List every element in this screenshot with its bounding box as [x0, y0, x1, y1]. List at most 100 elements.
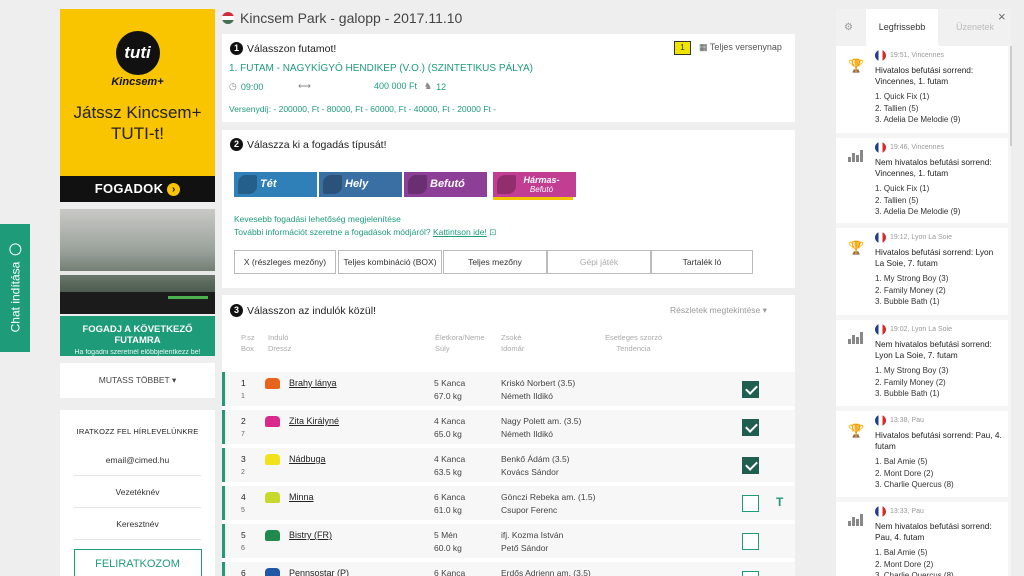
- feed-item[interactable]: 13:33, Pau Nem hivatalos befutási sorrend…: [836, 502, 1008, 576]
- option-reserve[interactable]: Tartalék ló: [651, 250, 753, 274]
- feed-title: Nem hivatalos befutási sorrend: Lyon La …: [875, 339, 992, 360]
- trainer-name: Németh Ildikó: [501, 429, 553, 439]
- runner-checkbox[interactable]: [742, 495, 759, 512]
- gear-icon[interactable]: ⚙: [844, 22, 853, 33]
- result-line: 3. Adelia De Melodie (9): [875, 115, 961, 124]
- runner-row[interactable]: 1 1 Brahy lánya 5 Kanca 67.0 kg Kriskó Norber…: [222, 372, 795, 406]
- runner-age: 5 Kanca 67.0 kg: [434, 377, 465, 403]
- lastname-field[interactable]: Vezetéknév: [74, 476, 201, 508]
- jockey-name: Benkő Ádám (3.5): [501, 454, 570, 464]
- runner-jockey: ifj. Kozma István Pető Sándor: [501, 529, 563, 555]
- runner-row[interactable]: 2 7 Zita Királyné 4 Kanca 65.0 kg Nagy Polett…: [222, 410, 795, 444]
- live-video-player[interactable]: [60, 209, 215, 314]
- runner-age-value: 6 Kanca: [434, 492, 466, 502]
- runner-weight: 63.5 kg: [434, 467, 462, 477]
- feed-results: 1. Bal Amie (5) 2. Mont Dore (2) 3. Charli…: [875, 456, 1004, 491]
- bet-type-tet[interactable]: Tét: [234, 172, 317, 197]
- horse-name-link[interactable]: Nádbuga: [289, 454, 326, 464]
- france-flag-icon: [875, 50, 886, 61]
- silk-icon: [265, 492, 280, 503]
- subscribe-button[interactable]: FELIRATKOZOM: [73, 549, 202, 576]
- option-partial-field[interactable]: X (részleges mezőny): [234, 250, 336, 274]
- col-jockey-label: Zsoké: [501, 333, 522, 342]
- close-icon[interactable]: ×: [998, 9, 1006, 24]
- tuti-ad-banner[interactable]: tuti Kincsem+ Játssz Kincsem+ TUTI-t! FOG…: [60, 9, 215, 202]
- feed-item[interactable]: 19:02, Lyon La Soie Nem hivatalos befutás…: [836, 320, 1008, 406]
- runner-row[interactable]: 3 2 Nádbuga 4 Kanca 63.5 kg Benkő Ádám (3.5) K…: [222, 448, 795, 482]
- caret-down-icon: ▾: [171, 375, 177, 385]
- click-here-link[interactable]: Kattintson ide!: [433, 227, 487, 237]
- race-prize: 400 000 Ft: [374, 81, 418, 91]
- runner-row[interactable]: 4 5 Minna 6 Kanca 61.0 kg Gönczi Rebeka am. (…: [222, 486, 795, 520]
- feed-item[interactable]: 19:46, Vincennes Nem hivatalos befutási s…: [836, 138, 1008, 223]
- step-number: 2: [230, 138, 243, 151]
- runner-checkbox[interactable]: [742, 457, 759, 474]
- runners-count: ♞ 12: [424, 81, 446, 92]
- col-psz: P.sz Box: [241, 332, 255, 354]
- result-line: 1. My Strong Boy (3): [875, 366, 949, 375]
- horse-name-link[interactable]: Brahy lánya: [289, 378, 337, 388]
- runner-checkbox[interactable]: [742, 381, 759, 398]
- runner-age: 6 Kanca: [434, 567, 465, 576]
- hungary-flag-icon: [222, 12, 234, 24]
- bet-type-harmas-befuto[interactable]: Hármas- Befutó: [493, 172, 576, 197]
- horse-name-link[interactable]: Minna: [289, 492, 314, 502]
- show-more-button[interactable]: MUTASS TÖBBET ▾: [60, 363, 215, 398]
- step-title: Válaszza ki a fogadás típusát!: [247, 138, 387, 151]
- horse-name-link[interactable]: Zita Királyné: [289, 416, 339, 426]
- runner-box: 5: [241, 507, 245, 514]
- feed-time: 13:38, Pau: [890, 417, 924, 424]
- bar-chart-icon: [848, 514, 865, 526]
- result-line: 3. Adelia De Melodie (9): [875, 207, 961, 216]
- race-name-link[interactable]: 1. FUTAM - NAGYKÍGYÓ HENDIKEP (V.O.) (SZ…: [229, 63, 533, 74]
- feed-item[interactable]: 🏆 19:51, Vincennes Hivatalos befutási sorr…: [836, 46, 1008, 133]
- step-number: 3: [230, 304, 243, 317]
- result-line: 2. Family Money (2): [875, 285, 946, 295]
- bet-type-befuto[interactable]: Befutó: [404, 172, 487, 197]
- bet-next-title: FOGADJ A KÖVETKEZŐ FUTAMRA: [82, 324, 193, 346]
- runner-age: 6 Kanca 61.0 kg: [434, 491, 465, 517]
- horse-name-link[interactable]: Pennsostar (P): [289, 568, 349, 576]
- runner-row[interactable]: 6 Pennsostar (P) 6 Kanca Erdős Adrienn am. …: [222, 562, 795, 576]
- france-flag-icon: [875, 415, 886, 426]
- details-dropdown[interactable]: Részletek megtekintése ▾: [670, 305, 767, 316]
- runner-checkbox[interactable]: [742, 571, 759, 576]
- race-number-badge[interactable]: 1: [674, 41, 691, 55]
- email-field[interactable]: email@cimed.hu: [74, 444, 201, 476]
- trainer-name: Kovács Sándor: [501, 467, 559, 477]
- bet-type-hely[interactable]: Hely: [319, 172, 402, 197]
- full-program-link[interactable]: ▦ Teljes versenynap: [699, 42, 782, 53]
- result-line: 3. Bubble Bath (1): [875, 389, 940, 398]
- runners-card: 3 Válasszon az indulók közül! Részletek m…: [222, 295, 795, 576]
- bar-chart-icon: [848, 150, 865, 162]
- option-full-field[interactable]: Teljes mezőny: [443, 250, 547, 274]
- runner-checkbox[interactable]: [742, 419, 759, 436]
- option-box[interactable]: Teljes kombináció (BOX): [338, 250, 442, 274]
- trophy-icon: 🏆: [848, 58, 865, 73]
- fogadok-button[interactable]: FOGADOK ›: [60, 176, 215, 202]
- result-line: 2. Tallien (5): [875, 195, 919, 205]
- chat-start-tab[interactable]: Chat indítása: [0, 224, 30, 352]
- feed-item[interactable]: 🏆 19:12, Lyon La Soie Hivatalos befutási s…: [836, 228, 1008, 315]
- race-time-value: 09:00: [240, 81, 264, 92]
- runner-number: 45: [241, 491, 246, 517]
- firstname-field[interactable]: Keresztnév: [74, 508, 201, 540]
- fewer-options-link[interactable]: Kevesebb fogadási lehetőség megjelenítés…: [234, 213, 496, 226]
- tab-latest[interactable]: Legfrissebb: [866, 9, 938, 46]
- col-runner: Induló Dressz: [268, 332, 291, 354]
- bet-next-race-banner[interactable]: FOGADJ A KÖVETKEZŐ FUTAMRA Ha fogadni sz…: [60, 316, 215, 356]
- runner-box: 6: [241, 545, 245, 552]
- horse-name-link[interactable]: Bistry (FR): [289, 530, 332, 540]
- reserve-marker[interactable]: T: [776, 495, 783, 509]
- feed-time: 19:12, Lyon La Soie: [890, 234, 953, 241]
- jockey-name: Gönczi Rebeka am. (1.5): [501, 492, 596, 502]
- feed-item[interactable]: 🏆 13:38, Pau Hivatalos befutási sorrend: P…: [836, 411, 1008, 497]
- runner-checkbox[interactable]: [742, 533, 759, 550]
- full-program-label: Teljes versenynap: [709, 42, 782, 52]
- option-machine[interactable]: Gépi játék: [547, 250, 651, 274]
- scrollbar[interactable]: [1010, 46, 1012, 146]
- info-text: További információt szeretne a fogadások…: [234, 226, 496, 239]
- runner-row[interactable]: 5 6 Bistry (FR) 5 Mén 60.0 kg ifj. Kozma Istv…: [222, 524, 795, 558]
- feed-results: 1. My Strong Boy (3) 2. Family Money (2) 3…: [875, 273, 1004, 308]
- col-weight-label: Súly: [435, 344, 450, 353]
